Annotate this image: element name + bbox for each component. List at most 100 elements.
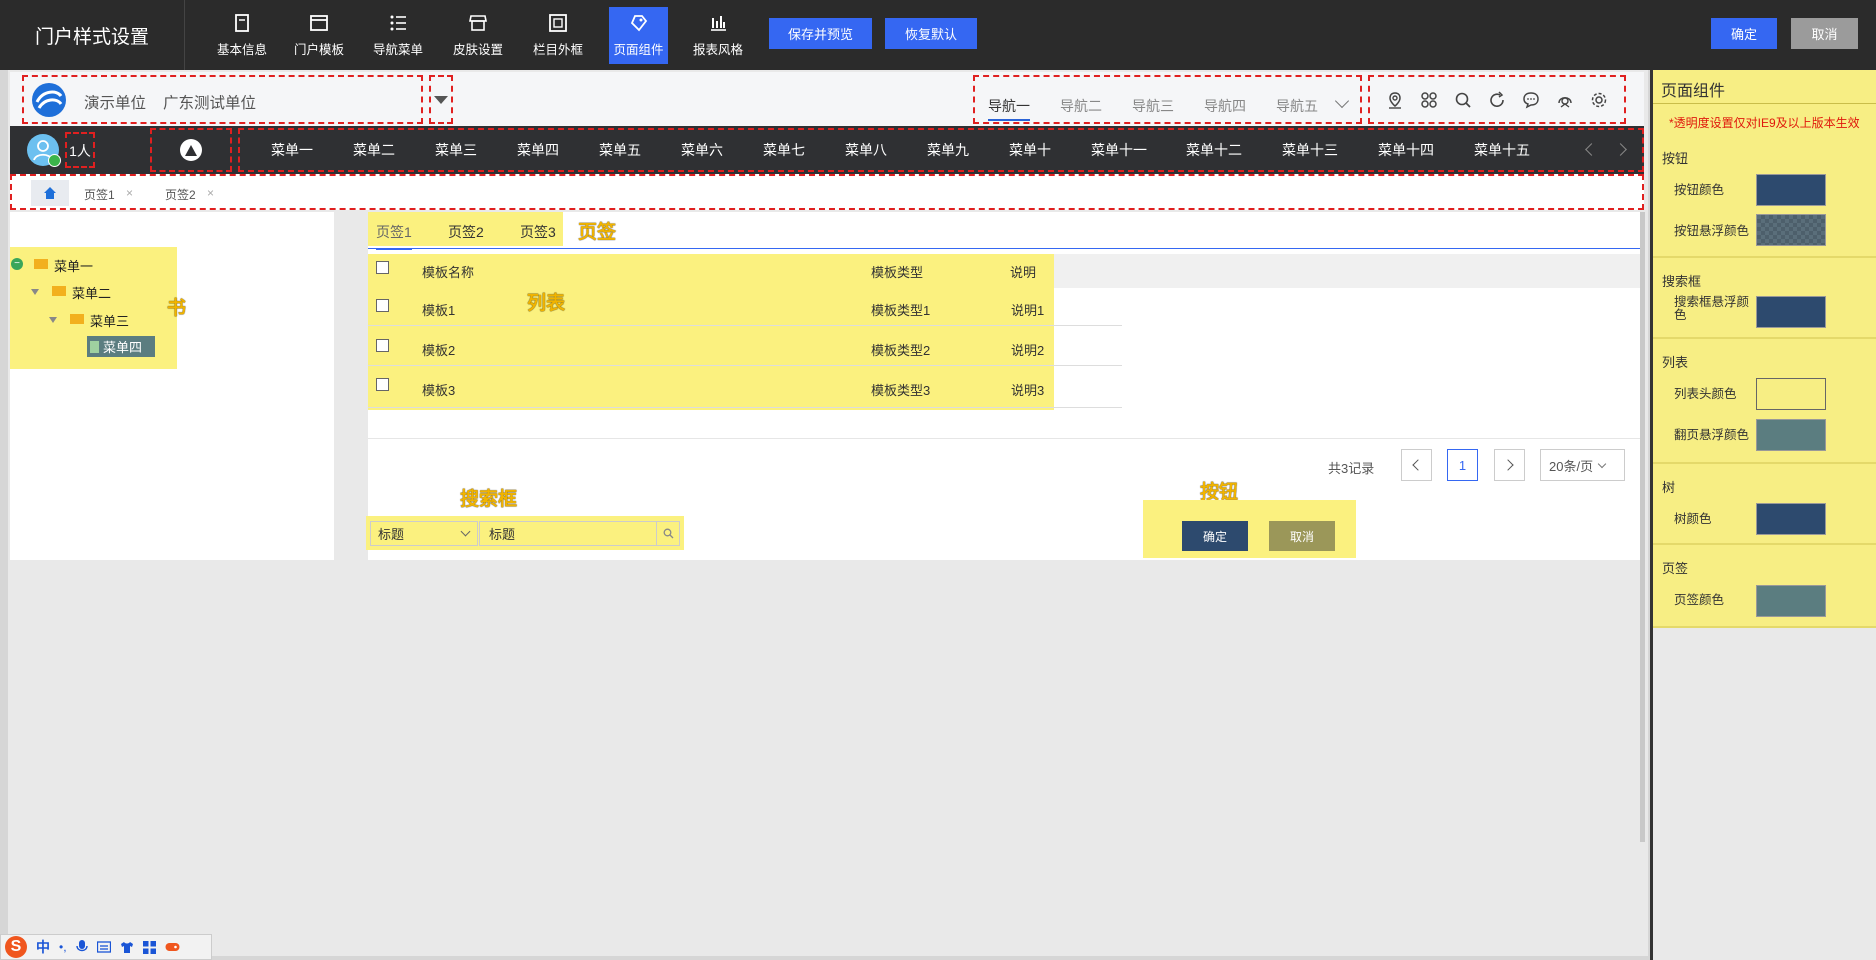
preview-cancel-button[interactable]: 取消 bbox=[1269, 521, 1335, 551]
tab-label: 基本信息 bbox=[216, 43, 267, 57]
top-nav-item[interactable]: 导航五 bbox=[1276, 96, 1318, 116]
menu-item[interactable]: 菜单十二 bbox=[1186, 126, 1242, 174]
tab-skin-settings[interactable]: 皮肤设置 bbox=[446, 7, 510, 64]
ime-toolbar[interactable]: S 中 •, bbox=[0, 934, 212, 960]
top-nav-item[interactable]: 导航二 bbox=[1060, 96, 1102, 116]
ime-lang-toggle[interactable]: 中 bbox=[36, 937, 50, 957]
tree-node[interactable]: 菜单二 bbox=[72, 283, 111, 302]
button-color-swatch[interactable] bbox=[1756, 174, 1826, 206]
row-checkbox[interactable] bbox=[376, 378, 389, 391]
ime-punct-toggle[interactable]: •, bbox=[59, 940, 67, 954]
toolbox-grid-icon[interactable] bbox=[142, 940, 156, 954]
gear-icon[interactable] bbox=[1590, 91, 1608, 109]
tab-label: 页面组件 bbox=[613, 43, 664, 57]
tree-node[interactable]: 菜单三 bbox=[90, 311, 129, 330]
row-checkbox[interactable] bbox=[376, 299, 389, 312]
search-hover-color-swatch[interactable] bbox=[1756, 296, 1826, 328]
search-button[interactable] bbox=[656, 521, 680, 546]
tree-node-selected[interactable]: 菜单四 bbox=[87, 336, 155, 357]
cancel-button[interactable]: 取消 bbox=[1791, 18, 1858, 49]
menu-item[interactable]: 菜单十一 bbox=[1091, 126, 1147, 174]
tab-basic-info[interactable]: 基本信息 bbox=[210, 7, 274, 64]
inner-tab[interactable]: 页签3 bbox=[520, 222, 556, 242]
prev-page-button[interactable] bbox=[1401, 449, 1432, 481]
game-pad-icon[interactable] bbox=[165, 941, 180, 953]
page-tab[interactable]: 页签1 bbox=[84, 186, 115, 203]
message-icon[interactable] bbox=[1522, 91, 1540, 109]
close-icon[interactable]: × bbox=[126, 186, 133, 200]
tab-nav-menu[interactable]: 导航菜单 bbox=[366, 7, 430, 64]
menu-item[interactable]: 菜单八 bbox=[845, 126, 887, 174]
save-preview-button[interactable]: 保存并预览 bbox=[769, 18, 872, 49]
tab-page-components[interactable]: 页面组件 bbox=[609, 7, 668, 64]
preview-ok-button[interactable]: 确定 bbox=[1182, 521, 1248, 551]
skin-shirt-icon[interactable] bbox=[120, 941, 134, 954]
tab-column-frame[interactable]: 栏目外框 bbox=[526, 7, 590, 64]
search-field-select[interactable]: 标题 bbox=[370, 521, 478, 546]
expand-arrow-icon[interactable] bbox=[31, 289, 39, 295]
menu-item[interactable]: 菜单十四 bbox=[1378, 126, 1434, 174]
menu-item[interactable]: 菜单九 bbox=[927, 126, 969, 174]
menu-item[interactable]: 菜单十五 bbox=[1474, 126, 1530, 174]
tab-label: 皮肤设置 bbox=[452, 43, 503, 57]
folder-icon bbox=[70, 314, 84, 324]
inner-tab[interactable]: 页签1 bbox=[376, 222, 412, 250]
inner-tab[interactable]: 页签2 bbox=[448, 222, 484, 242]
restore-default-button[interactable]: 恢复默认 bbox=[885, 18, 977, 49]
brand-logo-icon bbox=[180, 139, 202, 161]
tree-node[interactable]: 菜单一 bbox=[54, 256, 93, 275]
tab-color-swatch[interactable] bbox=[1756, 585, 1826, 617]
menu-item[interactable]: 菜单七 bbox=[763, 126, 805, 174]
table-cell: 模板类型1 bbox=[871, 303, 931, 318]
support-icon[interactable] bbox=[1556, 91, 1574, 109]
microphone-icon[interactable] bbox=[75, 940, 88, 954]
online-user-count[interactable]: 1人 bbox=[65, 132, 95, 168]
menu-item[interactable]: 菜单二 bbox=[353, 126, 395, 174]
page-number-button[interactable]: 1 bbox=[1447, 449, 1478, 481]
menu-item[interactable]: 菜单十三 bbox=[1282, 126, 1338, 174]
unit-dropdown[interactable] bbox=[429, 75, 453, 124]
inner-tab-annotation: 页签 bbox=[578, 222, 617, 243]
frame-icon bbox=[549, 14, 567, 32]
tab-portal-template[interactable]: 门户模板 bbox=[287, 7, 351, 64]
select-all-checkbox[interactable] bbox=[376, 261, 389, 274]
top-nav-item[interactable]: 导航四 bbox=[1204, 96, 1246, 116]
menu-item[interactable]: 菜单六 bbox=[681, 126, 723, 174]
row-checkbox[interactable] bbox=[376, 339, 389, 352]
refresh-icon[interactable] bbox=[1488, 91, 1506, 109]
next-page-button[interactable] bbox=[1494, 449, 1525, 481]
apps-icon[interactable] bbox=[1420, 91, 1438, 109]
page-tab[interactable]: 页签2 bbox=[165, 186, 196, 203]
table-row[interactable]: 模板2 模板类型2 说明2 bbox=[368, 328, 1122, 366]
top-nav-item[interactable]: 导航三 bbox=[1132, 96, 1174, 116]
preview-scrollbar[interactable] bbox=[1640, 212, 1645, 842]
page-size-select[interactable]: 20条/页 bbox=[1540, 449, 1625, 481]
avatar[interactable] bbox=[27, 134, 61, 167]
location-icon[interactable] bbox=[1386, 91, 1404, 109]
top-nav-item[interactable]: 导航一 bbox=[988, 96, 1030, 121]
sogou-logo-icon[interactable]: S bbox=[5, 936, 27, 958]
logo-icon bbox=[31, 82, 67, 118]
tab-report-style[interactable]: 报表风格 bbox=[686, 7, 750, 64]
table-row[interactable]: 模板3 模板类型3 说明3 bbox=[368, 368, 1122, 408]
collapse-icon[interactable]: − bbox=[11, 258, 23, 270]
table-row[interactable]: 模板1 模板类型1 说明1 bbox=[368, 288, 1122, 326]
menu-item[interactable]: 菜单四 bbox=[517, 126, 559, 174]
pager-hover-color-swatch[interactable] bbox=[1756, 419, 1826, 451]
menu-item[interactable]: 菜单五 bbox=[599, 126, 641, 174]
menu-item[interactable]: 菜单三 bbox=[435, 126, 477, 174]
list-header-color-swatch[interactable] bbox=[1756, 378, 1826, 410]
home-tab[interactable] bbox=[31, 180, 69, 206]
menu-item[interactable]: 菜单十 bbox=[1009, 126, 1051, 174]
tree-color-swatch[interactable] bbox=[1756, 503, 1826, 535]
search-input[interactable]: 标题 bbox=[479, 521, 657, 546]
close-icon[interactable]: × bbox=[207, 186, 214, 200]
ok-button[interactable]: 确定 bbox=[1711, 18, 1777, 49]
setting-label: 翻页悬浮颜色 bbox=[1674, 428, 1750, 442]
search-icon[interactable] bbox=[1454, 91, 1472, 109]
setting-label: 按钮颜色 bbox=[1674, 183, 1725, 197]
keyboard-icon[interactable] bbox=[96, 941, 111, 953]
expand-arrow-icon[interactable] bbox=[49, 317, 57, 323]
button-hover-color-swatch[interactable] bbox=[1756, 214, 1826, 246]
menu-item[interactable]: 菜单一 bbox=[271, 126, 313, 174]
